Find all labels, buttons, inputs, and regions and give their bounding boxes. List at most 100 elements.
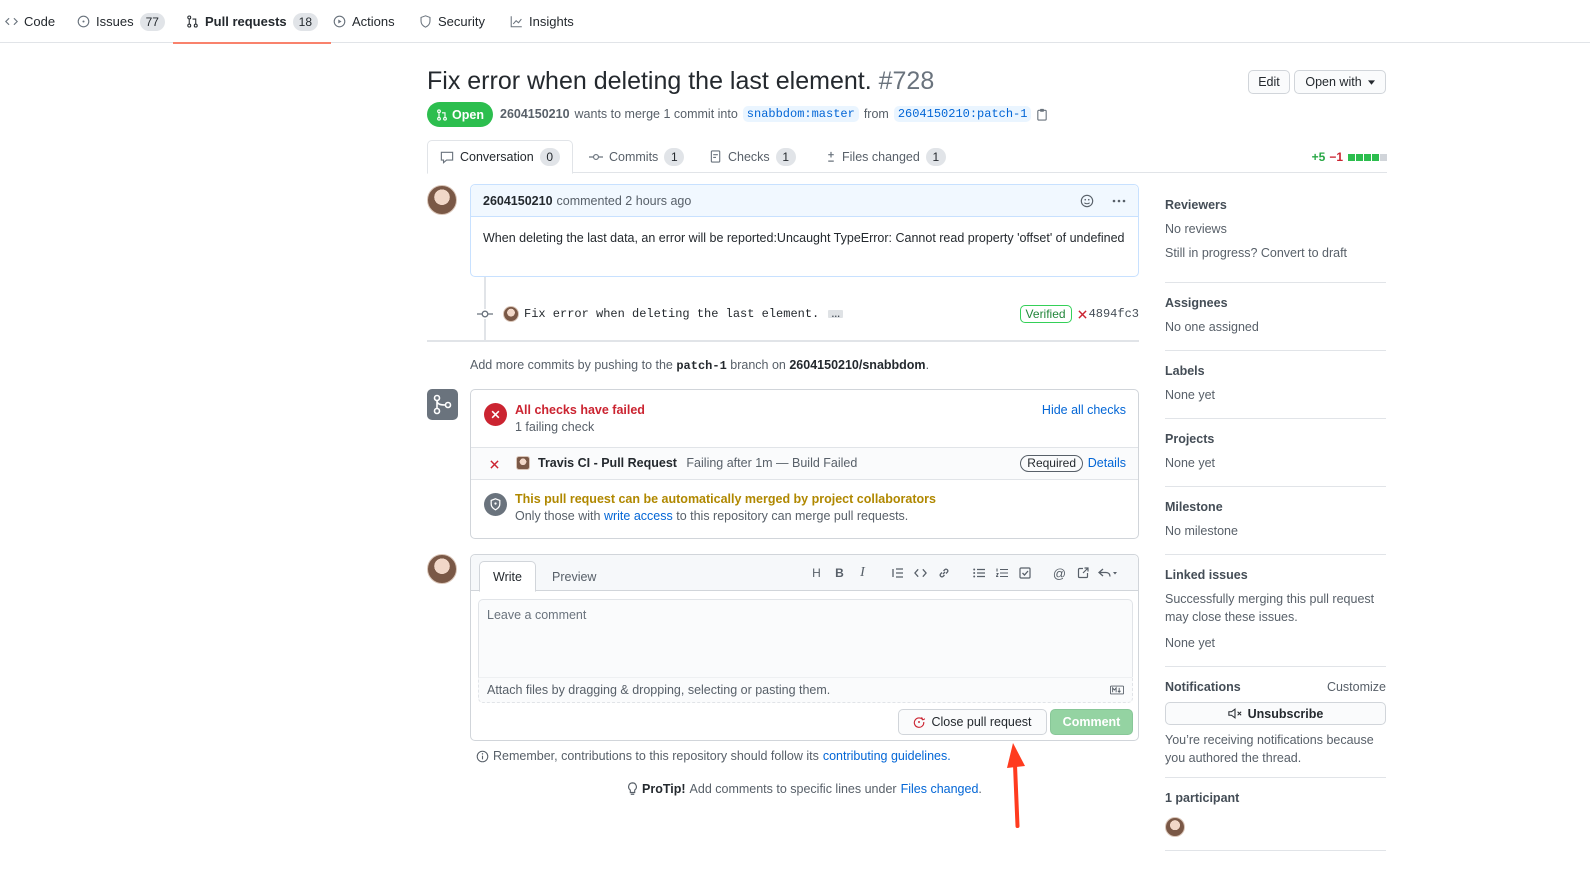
- code-icon[interactable]: [909, 565, 932, 581]
- comment-textarea[interactable]: Leave a comment: [478, 599, 1133, 677]
- push-note: Add more commits by pushing to the patch…: [470, 358, 929, 373]
- push-note-prefix: Add more commits by pushing to the: [470, 358, 673, 372]
- ordered-list-icon[interactable]: [990, 565, 1013, 581]
- play-icon: [333, 15, 346, 28]
- merge-text: wants to merge 1 commit into: [574, 107, 738, 121]
- nav-code[interactable]: Code: [5, 0, 55, 43]
- labels-text: None yet: [1165, 388, 1216, 402]
- nav-issues[interactable]: Issues 77: [77, 0, 165, 43]
- verified-badge[interactable]: Verified: [1019, 305, 1072, 323]
- comment-author[interactable]: 2604150210: [483, 194, 553, 208]
- tab-checks[interactable]: Checks 1: [710, 140, 796, 173]
- assignees-heading[interactable]: Assignees: [1165, 294, 1386, 312]
- files-changed-link[interactable]: Files changed: [901, 782, 979, 796]
- linked-issues-heading: Linked issues: [1165, 568, 1248, 582]
- pull-request-icon: [187, 15, 198, 28]
- smiley-icon[interactable]: [1080, 194, 1094, 208]
- checks-summary: All checks have failed 1 failing check H…: [471, 390, 1138, 448]
- diff-additions: +5: [1311, 150, 1326, 164]
- pr-tabs: Conversation 0 Commits 1 Checks 1 Files …: [427, 140, 1387, 174]
- details-link[interactable]: Details: [1088, 456, 1126, 470]
- x-icon: [490, 460, 499, 469]
- edit-button[interactable]: Edit: [1248, 70, 1290, 94]
- sidebar-reviewers: Reviewers No reviews Still in progress? …: [1165, 196, 1386, 283]
- contributing-guidelines-link[interactable]: contributing guidelines: [823, 749, 947, 763]
- bold-icon[interactable]: B: [828, 565, 851, 581]
- avatar[interactable]: [427, 554, 457, 584]
- reviewers-heading[interactable]: Reviewers: [1165, 196, 1386, 214]
- merge-description: Only those with write access to this rep…: [515, 509, 908, 523]
- commit-sha[interactable]: 4894fc3: [1089, 307, 1139, 321]
- checklist-icon: [710, 150, 721, 163]
- heading-icon[interactable]: H: [805, 565, 828, 581]
- cross-reference-icon[interactable]: [1071, 565, 1094, 581]
- hide-all-checks-link[interactable]: Hide all checks: [1042, 403, 1126, 417]
- kebab-horizontal-icon[interactable]: [1112, 199, 1126, 203]
- pulls-counter: 18: [292, 12, 318, 31]
- push-note-branch: patch-1: [676, 359, 727, 373]
- unsubscribe-button[interactable]: Unsubscribe: [1165, 702, 1386, 725]
- state-label: Open: [452, 107, 484, 122]
- tab-counter: 1: [925, 147, 946, 166]
- pr-meta: 2604150210 wants to merge 1 commit into …: [500, 104, 1048, 124]
- unordered-list-icon[interactable]: [967, 565, 990, 581]
- x-icon[interactable]: [1077, 309, 1087, 319]
- tab-preview[interactable]: Preview: [539, 561, 609, 592]
- base-branch[interactable]: snabbdom:master: [742, 106, 859, 122]
- commit-message[interactable]: Fix error when deleting the last element…: [524, 307, 819, 321]
- labels-heading[interactable]: Labels: [1165, 362, 1386, 380]
- nav-pull-requests[interactable]: Pull requests 18: [173, 0, 331, 44]
- sidebar-assignees: Assignees No one assigned: [1165, 294, 1386, 351]
- markdown-icon[interactable]: [1110, 685, 1124, 695]
- comment-box: 2604150210 commented 2 hours ago When de…: [470, 184, 1139, 277]
- avatar[interactable]: [427, 185, 457, 215]
- nav-insights[interactable]: Insights: [510, 0, 574, 43]
- tab-files-changed[interactable]: Files changed 1: [826, 140, 946, 173]
- notification-reason: You’re receiving notifications because y…: [1165, 733, 1374, 765]
- tab-commits[interactable]: Commits 1: [589, 140, 685, 173]
- comment-meta[interactable]: commented 2 hours ago: [557, 194, 692, 208]
- milestone-heading[interactable]: Milestone: [1165, 498, 1386, 516]
- convert-to-draft-text[interactable]: Still in progress? Convert to draft: [1165, 244, 1386, 262]
- info-icon: [476, 750, 489, 762]
- commit-avatar[interactable]: [503, 306, 519, 322]
- projects-heading[interactable]: Projects: [1165, 430, 1386, 448]
- copy-icon[interactable]: [1036, 108, 1048, 121]
- contribution-note: Remember, contributions to this reposito…: [476, 749, 951, 763]
- tab-write[interactable]: Write: [479, 561, 536, 592]
- milestone-text: No milestone: [1165, 524, 1238, 538]
- attach-text: Attach files by dragging & dropping, sel…: [487, 683, 831, 697]
- close-pull-request-button[interactable]: Close pull request: [898, 709, 1047, 735]
- tab-conversation[interactable]: Conversation 0: [427, 140, 573, 174]
- nav-actions[interactable]: Actions: [333, 0, 395, 43]
- issues-counter: 77: [139, 12, 165, 31]
- commit-expand-button[interactable]: …: [828, 310, 844, 319]
- customize-link[interactable]: Customize: [1327, 678, 1386, 696]
- sidebar-notifications: Notifications Customize Unsubscribe You’…: [1165, 678, 1386, 778]
- head-branch[interactable]: 2604150210:patch-1: [893, 106, 1032, 122]
- open-with-button[interactable]: Open with: [1294, 70, 1386, 94]
- merge-status-box: All checks have failed 1 failing check H…: [470, 389, 1139, 539]
- participant-avatar[interactable]: [1165, 817, 1185, 837]
- mute-icon: [1227, 708, 1242, 719]
- nav-security[interactable]: Security: [419, 0, 485, 43]
- contrib-suffix: .: [947, 749, 951, 763]
- state-badge-open: Open: [427, 102, 493, 127]
- nav-label: Issues: [96, 14, 134, 29]
- quote-icon[interactable]: [886, 565, 909, 581]
- nav-label: Code: [24, 14, 56, 29]
- author-link[interactable]: 2604150210: [500, 107, 570, 121]
- mention-icon[interactable]: @: [1048, 565, 1071, 581]
- commit-row: Fix error when deleting the last element…: [477, 302, 1139, 326]
- italic-icon[interactable]: I: [851, 565, 874, 581]
- diff-deletions: −1: [1329, 150, 1343, 164]
- write-access-link[interactable]: write access: [604, 509, 673, 523]
- sidebar-participants: 1 participant: [1165, 789, 1386, 851]
- link-icon[interactable]: [932, 565, 955, 581]
- edit-label: Edit: [1258, 75, 1280, 89]
- tasklist-icon[interactable]: [1013, 565, 1036, 581]
- comment-button[interactable]: Comment: [1050, 709, 1133, 735]
- reply-icon[interactable]: [1094, 565, 1122, 581]
- attach-files-area[interactable]: Attach files by dragging & dropping, sel…: [478, 677, 1133, 703]
- check-status: Failing after 1m — Build Failed: [686, 456, 858, 470]
